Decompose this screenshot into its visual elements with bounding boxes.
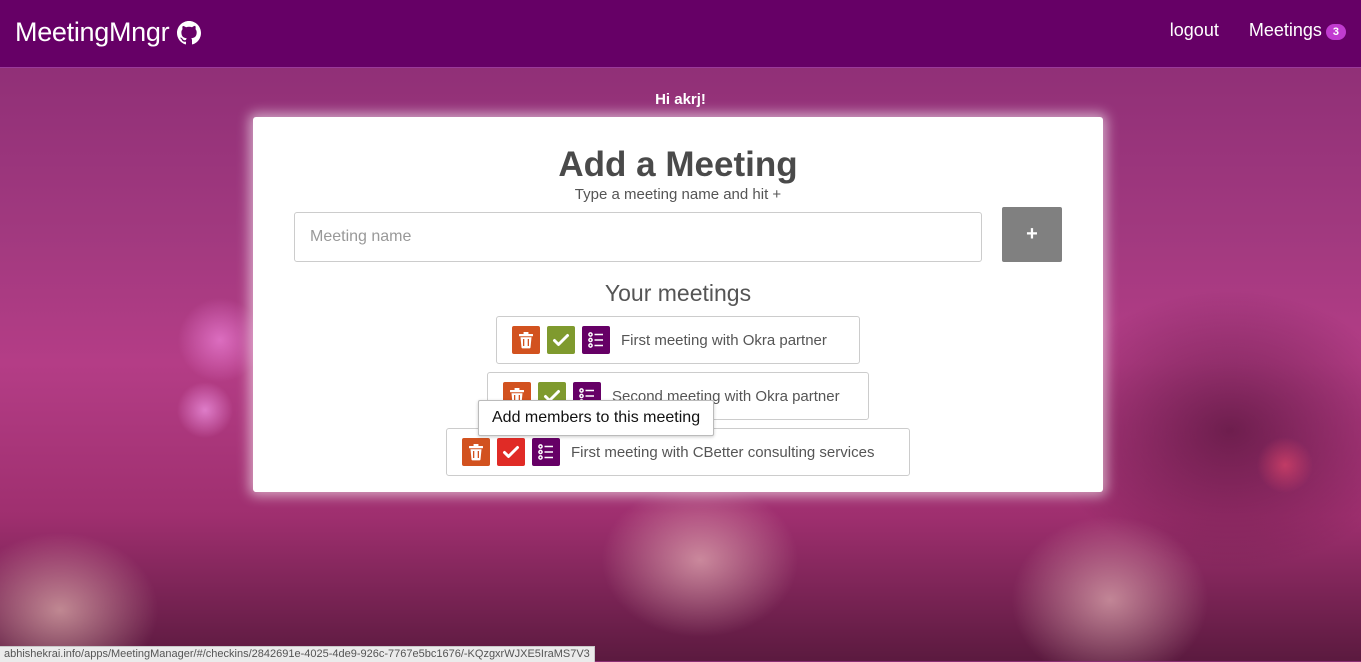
meeting-name[interactable]: First meeting with Okra partner: [621, 332, 827, 349]
status-bar-url: abhishekrai.info/apps/MeetingManager/#/c…: [0, 646, 595, 662]
trash-icon: [519, 332, 533, 349]
page-subtitle: Type a meeting name and hit +: [574, 186, 782, 203]
add-members-tooltip: Add members to this meeting: [478, 400, 715, 436]
meetings-link-label: Meetings: [1248, 20, 1322, 40]
check-icon: [503, 446, 519, 458]
meeting-item: First meeting with Okra partner: [496, 316, 860, 364]
page-title: Add a Meeting: [558, 145, 798, 184]
nav-links: logout Meetings 3: [1170, 20, 1346, 41]
trash-icon: [469, 444, 483, 461]
list-icon: [538, 444, 553, 460]
meetings-count-badge: 3: [1325, 24, 1346, 40]
meeting-name-input[interactable]: [294, 212, 982, 262]
list-icon: [588, 332, 603, 348]
meetings-link[interactable]: Meetings 3: [1249, 20, 1346, 41]
checkin-meeting-button[interactable]: [547, 326, 575, 354]
add-members-button[interactable]: [582, 326, 610, 354]
add-meeting-button[interactable]: +: [1002, 207, 1062, 262]
greeting: Hi akrj!: [655, 91, 706, 108]
delete-meeting-button[interactable]: [512, 326, 540, 354]
logout-link[interactable]: logout: [1170, 20, 1219, 41]
meeting-name[interactable]: First meeting with CBetter consulting se…: [571, 444, 874, 461]
delete-meeting-button[interactable]: [462, 438, 490, 466]
github-icon: [177, 20, 202, 44]
checkin-meeting-button[interactable]: [497, 438, 525, 466]
brand-name: MeetingMngr: [15, 17, 170, 47]
navbar: MeetingMngr logout Meetings 3: [0, 0, 1361, 68]
brand[interactable]: MeetingMngr: [15, 17, 202, 48]
check-icon: [553, 334, 569, 346]
meetings-list-heading: Your meetings: [604, 280, 752, 306]
add-members-button[interactable]: [532, 438, 560, 466]
